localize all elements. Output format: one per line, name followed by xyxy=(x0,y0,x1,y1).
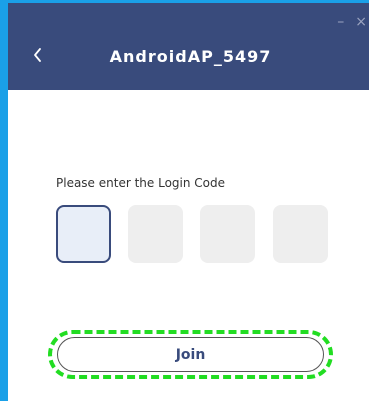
join-button[interactable]: Join xyxy=(57,337,324,372)
login-code-prompt: Please enter the Login Code xyxy=(56,176,225,190)
window-controls: – × xyxy=(337,15,367,29)
close-button[interactable]: × xyxy=(355,15,367,29)
minimize-button[interactable]: – xyxy=(337,15,344,29)
code-digit-3[interactable] xyxy=(200,205,255,263)
code-digit-2[interactable] xyxy=(128,205,183,263)
window-title: AndroidAP_5497 xyxy=(109,47,272,66)
code-digit-4[interactable] xyxy=(273,205,328,263)
header-bar: – × AndroidAP_5497 xyxy=(8,3,369,90)
app-window: – × AndroidAP_5497 Please enter the Logi… xyxy=(8,3,369,401)
join-button-highlight: Join xyxy=(48,330,333,379)
code-digit-1[interactable] xyxy=(56,205,111,263)
